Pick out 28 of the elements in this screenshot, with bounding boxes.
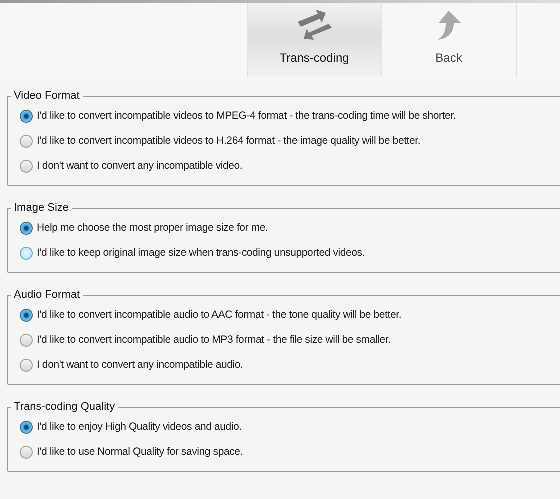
radio-button[interactable] bbox=[20, 446, 33, 459]
option-label: I'd like to keep original image size when trans-coding unsupported videos. bbox=[37, 246, 366, 261]
group-title: Trans-coding Quality bbox=[13, 400, 116, 414]
radio-button[interactable] bbox=[20, 359, 33, 372]
option-label: I don't want to convert any incompatible video. bbox=[37, 158, 243, 174]
radio-button[interactable] bbox=[20, 334, 33, 347]
swap-arrows-icon bbox=[296, 10, 334, 42]
toolbar-button[interactable]: Back bbox=[382, 3, 517, 77]
option-label: I'd like to convert incompatible audio to MP3 format - the file size will be smaller. bbox=[37, 332, 391, 348]
up-arrow-icon bbox=[436, 11, 462, 41]
option-label: I'd like to enjoy High Quality videos and audio. bbox=[37, 420, 242, 435]
group-title: Image Size bbox=[13, 201, 70, 215]
option-label: Help me choose the most proper image size for me. bbox=[37, 220, 268, 236]
option-label: I'd like to convert incompatible audio to AAC format - the tone quality will be better. bbox=[37, 308, 402, 323]
group-title: Video Format bbox=[13, 89, 81, 103]
radio-button[interactable] bbox=[20, 135, 33, 148]
radio-button[interactable] bbox=[20, 110, 33, 123]
option-label: I'd like to convert incompatible videos to MPEG-4 format - the trans-coding time will be shorter. bbox=[37, 108, 456, 124]
option-label: I'd like to convert incompatible videos to H.264 format - the image quality will be better. bbox=[37, 134, 421, 149]
group-title: Audio Format bbox=[13, 288, 82, 302]
toolbar-button[interactable]: Trans-coding bbox=[247, 3, 382, 77]
option-label: I don't want to convert any incompatible audio. bbox=[37, 358, 244, 373]
radio-button[interactable] bbox=[20, 160, 33, 173]
radio-button[interactable] bbox=[20, 222, 33, 235]
radio-button[interactable] bbox=[20, 247, 33, 260]
radio-button[interactable] bbox=[20, 309, 33, 322]
radio-button[interactable] bbox=[20, 421, 33, 434]
option-label: I'd like to use Normal Quality for saving space. bbox=[37, 444, 243, 460]
